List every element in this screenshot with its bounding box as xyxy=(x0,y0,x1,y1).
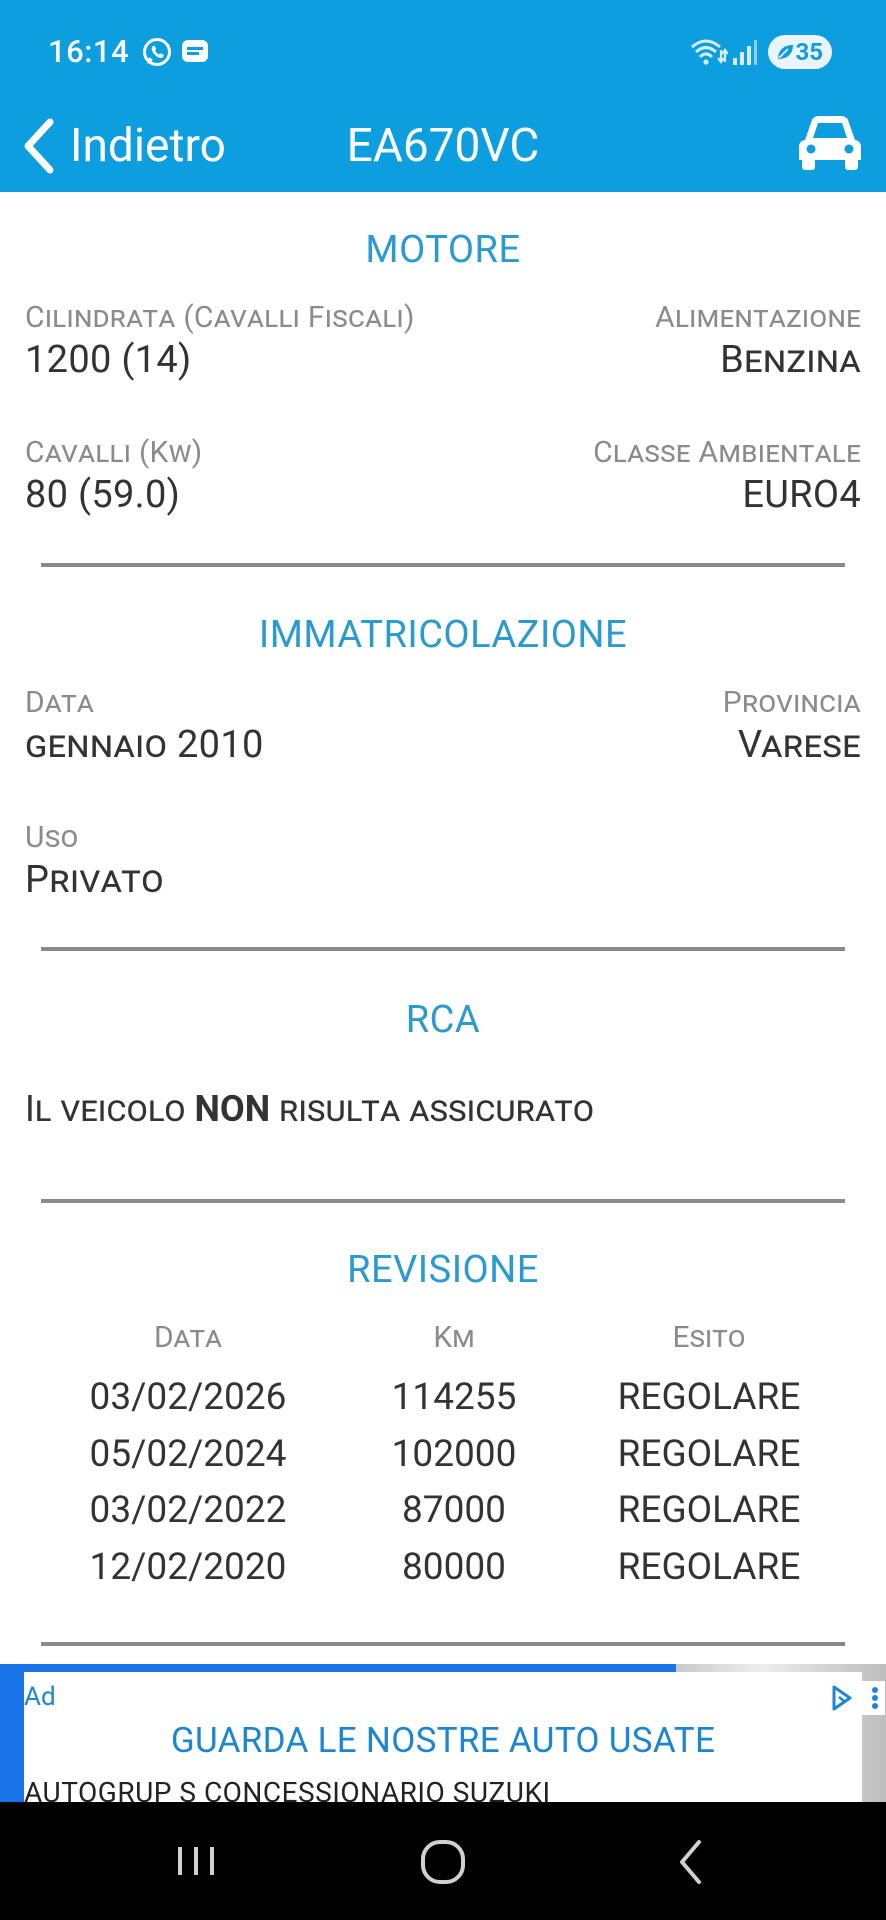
table-row: 05/02/2024 102000 REGOLARE xyxy=(0,1433,886,1489)
uso-value: Privato xyxy=(25,858,164,902)
revisione-esito: REGOLARE xyxy=(617,1546,801,1589)
revisione-table-header: Data Km Esito xyxy=(0,1320,886,1376)
car-icon[interactable] xyxy=(797,110,863,172)
revisione-date: 03/02/2022 xyxy=(89,1489,287,1532)
rca-text-after: risulta assicurato xyxy=(270,1088,595,1130)
immatricolazione-data-label: Data xyxy=(25,685,95,720)
section-title-immatricolazione: IMMATRICOLAZIONE xyxy=(258,613,628,657)
section-title-rca: RCA xyxy=(405,998,481,1042)
section-title-motore: MOTORE xyxy=(365,228,521,272)
provincia-value: Varese xyxy=(737,723,861,767)
revisione-esito: REGOLARE xyxy=(617,1433,801,1476)
column-header-data: Data xyxy=(154,1320,222,1355)
provincia-label: Provincia xyxy=(722,685,861,720)
screen: 16:14 35 Indietro EA670VC MOTORE Cilindr… xyxy=(0,0,886,1920)
revisione-km: 114255 xyxy=(391,1376,517,1419)
adchoices-icon[interactable] xyxy=(823,1681,885,1715)
revisione-date: 03/02/2026 xyxy=(89,1376,287,1419)
back-button[interactable]: Indietro xyxy=(20,100,226,192)
ad-headline[interactable]: GUARDA LE NOSTRE AUTO USATE xyxy=(24,1720,862,1761)
ad-subtext: AUTOGRUP S CONCESSIONARIO SUZUKI xyxy=(24,1776,551,1802)
battery-indicator: 35 xyxy=(768,35,832,69)
revisione-esito: REGOLARE xyxy=(617,1376,801,1419)
immatricolazione-data-value: gennaio 2010 xyxy=(25,723,264,767)
cavalli-label: Cavalli (Kw) xyxy=(25,435,203,470)
app-bar: 16:14 35 Indietro EA670VC xyxy=(0,0,886,192)
revisione-km: 80000 xyxy=(402,1546,506,1589)
chevron-left-icon xyxy=(24,118,54,174)
system-nav-bar xyxy=(0,1802,886,1920)
rca-text-emphasis: NON xyxy=(194,1088,271,1130)
battery-icon xyxy=(778,45,793,59)
column-header-esito: Esito xyxy=(672,1320,746,1355)
classe-ambientale-label: Classe Ambientale xyxy=(593,435,861,470)
revisione-esito: REGOLARE xyxy=(617,1489,801,1532)
wifi-icon xyxy=(691,39,728,65)
message-icon xyxy=(182,40,208,62)
recent-apps-icon[interactable] xyxy=(161,1832,231,1892)
ad-label: Ad xyxy=(24,1682,56,1712)
section-divider xyxy=(41,563,845,567)
classe-ambientale-value: EURO4 xyxy=(742,473,861,517)
cilindrata-label: Cilindrata (Cavalli Fiscali) xyxy=(25,300,415,335)
status-time: 16:14 xyxy=(48,33,130,70)
back-icon[interactable] xyxy=(656,1832,726,1892)
revisione-km: 102000 xyxy=(391,1433,517,1476)
cilindrata-value: 1200 (14) xyxy=(25,338,192,382)
back-label: Indietro xyxy=(70,119,226,173)
table-row: 03/02/2026 114255 REGOLARE xyxy=(0,1376,886,1432)
revisione-km: 87000 xyxy=(402,1489,506,1532)
alimentazione-label: Alimentazione xyxy=(655,300,861,335)
revisione-date: 12/02/2020 xyxy=(89,1546,287,1589)
ad-accent-bar xyxy=(0,1664,676,1672)
section-divider xyxy=(41,1199,845,1203)
battery-level: 35 xyxy=(795,38,823,66)
table-row: 03/02/2022 87000 REGOLARE xyxy=(0,1489,886,1545)
signal-icon xyxy=(733,40,757,65)
ad-accent-bar xyxy=(0,1664,24,1802)
section-divider xyxy=(41,1642,845,1646)
uso-label: Uso xyxy=(25,820,79,855)
section-title-revisione: REVISIONE xyxy=(347,1248,539,1292)
ad-panel[interactable]: Ad GUARDA LE NOSTRE AUTO USATE AUTOGRUP … xyxy=(24,1672,885,1802)
status-bar: 16:14 35 xyxy=(0,0,886,100)
cavalli-value: 80 (59.0) xyxy=(25,473,181,517)
alimentazione-value: Benzina xyxy=(720,338,861,382)
ad-banner[interactable]: Ad GUARDA LE NOSTRE AUTO USATE AUTOGRUP … xyxy=(0,1664,886,1802)
whatsapp-icon xyxy=(143,38,171,66)
revisione-date: 05/02/2024 xyxy=(89,1433,287,1476)
section-divider xyxy=(41,947,845,951)
table-row: 12/02/2020 80000 REGOLARE xyxy=(0,1546,886,1602)
column-header-km: Km xyxy=(433,1320,475,1355)
home-icon[interactable] xyxy=(408,1832,478,1892)
rca-status-text: Il veicolo NON risulta assicurato xyxy=(25,1088,594,1130)
toolbar: Indietro EA670VC xyxy=(0,100,886,192)
rca-text-before: Il veicolo xyxy=(25,1088,195,1130)
